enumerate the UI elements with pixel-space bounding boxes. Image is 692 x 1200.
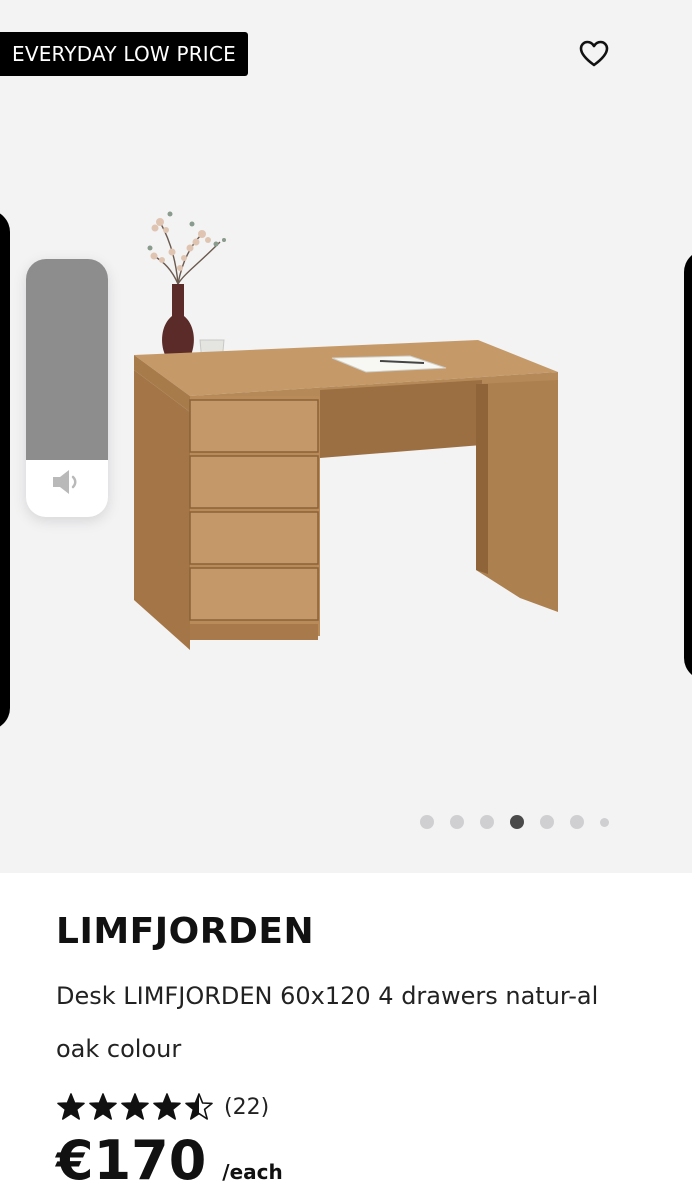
volume-hud bbox=[26, 259, 108, 517]
pagination-dot[interactable] bbox=[600, 817, 609, 827]
favorite-button[interactable] bbox=[572, 36, 616, 72]
product-rating[interactable]: (22) bbox=[56, 1090, 656, 1124]
product-price: €170 bbox=[56, 1129, 207, 1192]
heart-outline-icon bbox=[579, 40, 609, 67]
star-filled-icon bbox=[89, 1093, 117, 1120]
desk-product-image bbox=[134, 211, 558, 650]
pagination-dot-active[interactable] bbox=[510, 815, 524, 829]
screen-edge-left bbox=[0, 210, 10, 730]
rating-stars bbox=[56, 1092, 214, 1122]
product-description[interactable]: Desk LIMFJORDEN 60x120 4 drawers natur-a… bbox=[56, 970, 646, 1076]
speaker-icon-wrap bbox=[26, 467, 108, 497]
product-name[interactable]: LIMFJORDEN bbox=[56, 908, 656, 956]
pagination-dot[interactable] bbox=[480, 815, 494, 829]
pagination-dot[interactable] bbox=[570, 815, 584, 829]
pagination-dot[interactable] bbox=[540, 815, 554, 829]
speaker-icon bbox=[53, 470, 77, 494]
price-row: €170 /each bbox=[56, 1130, 656, 1192]
star-filled-icon bbox=[57, 1093, 85, 1120]
price-unit: /each bbox=[222, 1160, 283, 1184]
everyday-low-price-badge: EVERYDAY LOW PRICE bbox=[0, 32, 248, 76]
star-half-icon bbox=[185, 1093, 213, 1120]
volume-level-fill bbox=[26, 259, 108, 461]
pagination-dot[interactable] bbox=[450, 815, 464, 829]
product-gallery[interactable]: EVERYDAY LOW PRICE bbox=[0, 0, 692, 873]
review-count: (22) bbox=[224, 1094, 270, 1120]
star-filled-icon bbox=[121, 1093, 149, 1120]
gallery-pagination bbox=[420, 815, 609, 829]
pagination-dot[interactable] bbox=[420, 815, 434, 829]
product-info: LIMFJORDEN Desk LIMFJORDEN 60x120 4 draw… bbox=[56, 900, 656, 1192]
star-filled-icon bbox=[153, 1093, 181, 1120]
screen-edge-right bbox=[684, 250, 692, 680]
